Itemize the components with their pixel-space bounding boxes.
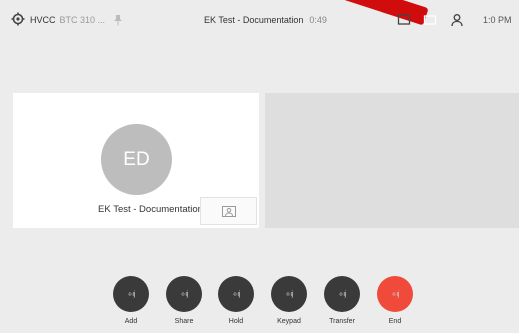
camera-off-button[interactable] <box>200 197 257 225</box>
end-button-glyph: ·ı·ıj <box>391 290 399 298</box>
account-extension: BTC 310 ... <box>59 15 106 25</box>
keypad-button-glyph: ·ı·ıj <box>285 290 293 298</box>
add-call-control: ·ı·ıj Add <box>113 276 149 325</box>
hold-control: ·ı·ıj Hold <box>218 276 254 325</box>
avatar: ED <box>101 124 172 195</box>
record-indicator <box>337 0 429 26</box>
call-title: EK Test - Documentation 0:49 <box>204 15 327 25</box>
transfer-control: ·ı·ıj Transfer <box>324 276 360 325</box>
secondary-video-tile <box>265 93 519 228</box>
clock-time: 1:0 PM <box>483 15 512 25</box>
gear-icon[interactable] <box>11 12 25 26</box>
record-icon[interactable] <box>423 13 437 27</box>
end-call-control: ·ı·ıj End <box>377 276 413 325</box>
account-name: HVCC <box>30 15 56 25</box>
share-button-glyph: ·ı·ıj <box>180 290 188 298</box>
call-controls: ·ı·ıj Add ·ı·ıj Share ·ı·ıj Hold ·ı·ıj K… <box>0 276 519 333</box>
end-label: End <box>388 318 402 325</box>
share-control: ·ı·ıj Share <box>166 276 202 325</box>
person-icon[interactable] <box>450 13 464 27</box>
call-title-text: EK Test - Documentation <box>204 15 304 25</box>
hold-button[interactable]: ·ı·ıj <box>218 276 254 312</box>
pin-icon[interactable] <box>113 14 123 26</box>
add-button-glyph: ·ı·ıj <box>127 290 135 298</box>
participant-tile: ED EK Test - Documentation <box>13 93 259 228</box>
camera-off-icon <box>221 205 236 217</box>
top-bar: HVCC BTC 310 ... EK Test - Documentation 0… <box>0 0 519 40</box>
keypad-control: ·ı·ıj Keypad <box>271 276 307 325</box>
account-label: HVCC BTC 310 ... <box>30 15 105 25</box>
add-button[interactable]: ·ı·ıj <box>113 276 149 312</box>
call-timer: 0:49 <box>309 15 327 25</box>
end-call-button[interactable]: ·ı·ıj <box>377 276 413 312</box>
hold-button-glyph: ·ı·ıj <box>232 290 240 298</box>
keypad-button[interactable]: ·ı·ıj <box>271 276 307 312</box>
chat-icon[interactable] <box>397 13 411 27</box>
share-button[interactable]: ·ı·ıj <box>166 276 202 312</box>
transfer-button[interactable]: ·ı·ıj <box>324 276 360 312</box>
transfer-button-glyph: ·ı·ıj <box>338 290 346 298</box>
